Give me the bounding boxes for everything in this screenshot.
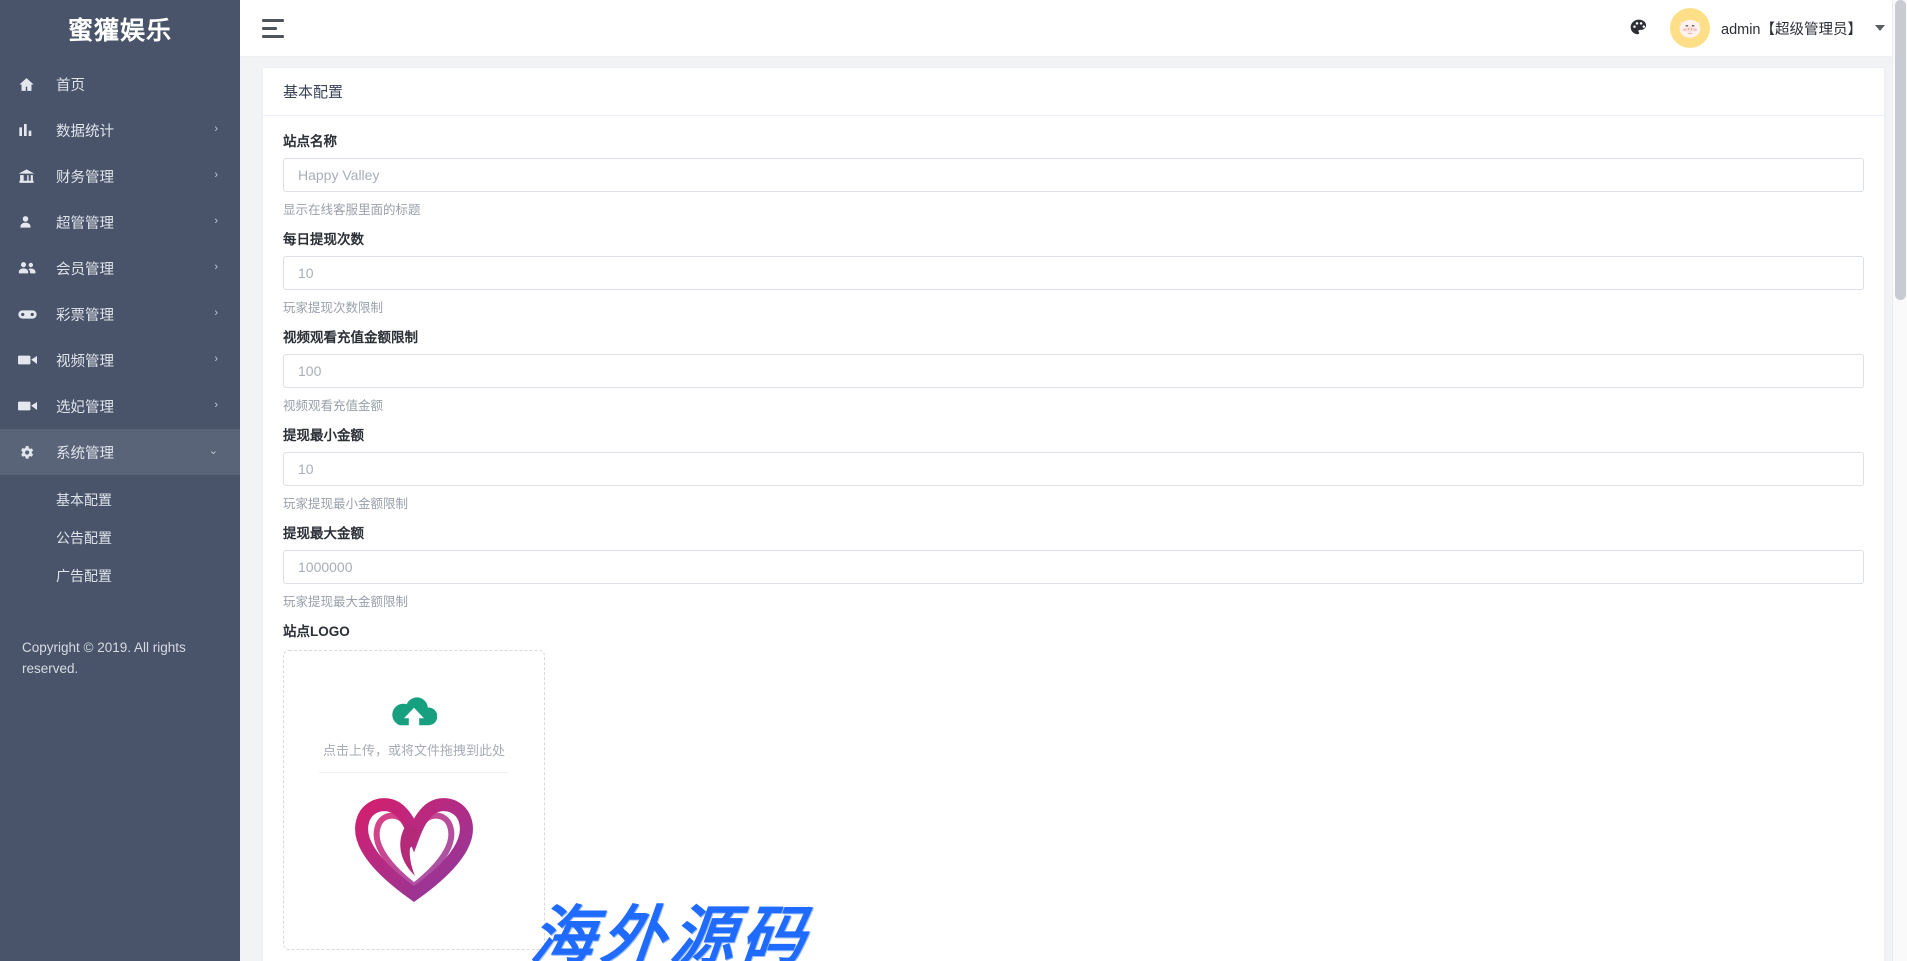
field-max-withdraw-amount: 提现最大金额 玩家提现最大金额限制: [283, 522, 1864, 613]
hamburger-line: [262, 18, 284, 22]
logo-preview[interactable]: [349, 782, 479, 912]
sidebar-item-members[interactable]: 会员管理 ›: [0, 245, 240, 291]
field-label: 站点LOGO: [283, 624, 350, 639]
sidebar-subitem-basic-config[interactable]: 基本配置: [0, 481, 240, 519]
sidebar-item-data-stats[interactable]: 数据统计 ›: [0, 107, 240, 153]
sidebar-item-label: 财务管理: [56, 169, 114, 186]
chevron-right-icon: ›: [214, 352, 218, 365]
palette-icon[interactable]: [1626, 15, 1652, 41]
page-content: 基本配置 站点名称 显示在线客服里面的标题 每日提现次数 玩家提现次数限制 视频…: [240, 57, 1907, 961]
chevron-right-icon: ›: [214, 214, 218, 227]
gear-icon: [18, 444, 44, 461]
page-scrollbar[interactable]: [1892, 0, 1907, 961]
config-form: 站点名称 显示在线客服里面的标题 每日提现次数 玩家提现次数限制 视频观看充值金…: [263, 116, 1884, 961]
video-icon: [18, 353, 44, 367]
bar-chart-icon: [18, 122, 44, 138]
sidebar-item-system[interactable]: 系统管理 ⌄: [0, 429, 240, 475]
sidebar-item-label: 视频管理: [56, 353, 114, 370]
field-hint: 玩家提现最小金额限制: [283, 497, 409, 511]
chevron-down-icon: ⌄: [208, 444, 218, 457]
field-hint: 显示在线客服里面的标题: [283, 203, 421, 217]
max-withdraw-amount-input[interactable]: [283, 550, 1864, 584]
chevron-right-icon: ›: [214, 168, 218, 181]
video-recharge-limit-input[interactable]: [283, 354, 1864, 388]
pig-avatar-icon: [1679, 19, 1701, 38]
sidebar: 蜜獾娱乐 首页 数据统计 › 财务管理 › 超管管理 › 会员管理 › 彩票管理…: [0, 0, 240, 961]
sidebar-item-label: 系统管理: [56, 445, 114, 462]
sidebar-item-label: 超管管理: [56, 215, 114, 232]
user-icon: [18, 214, 44, 230]
sidebar-item-label: 彩票管理: [56, 307, 114, 324]
upload-hint-text: 点击上传，或将文件拖拽到此处: [322, 743, 505, 758]
sidebar-item-label: 首页: [56, 77, 85, 94]
sidebar-copyright: Copyright © 2019. All rights reserved.: [22, 640, 186, 676]
site-name-input[interactable]: [283, 158, 1864, 192]
sidebar-item-label: 数据统计: [56, 123, 114, 140]
sidebar-item-finance[interactable]: 财务管理 ›: [0, 153, 240, 199]
page-title: 基本配置: [263, 68, 1884, 116]
user-name: admin【超级管理员】: [1721, 21, 1862, 38]
user-menu[interactable]: admin【超级管理员】: [1670, 8, 1885, 48]
brand-logo: 蜜獾娱乐: [67, 16, 172, 45]
sidebar-subitem-ad-config[interactable]: 广告配置: [0, 557, 240, 595]
upload-drop-inner: 点击上传，或将文件拖拽到此处: [284, 651, 544, 773]
sidebar-item-video[interactable]: 视频管理 ›: [0, 337, 240, 383]
sidebar-item-concubine[interactable]: 选妃管理 ›: [0, 383, 240, 429]
sidebar-item-home[interactable]: 首页: [0, 61, 240, 107]
field-hint: 玩家提现最大金额限制: [283, 595, 409, 609]
sidebar-subitem-notice-config[interactable]: 公告配置: [0, 519, 240, 557]
field-site-name: 站点名称 显示在线客服里面的标题: [283, 130, 1864, 221]
field-video-recharge-limit: 视频观看充值金额限制 视频观看充值金额: [283, 326, 1864, 417]
chevron-right-icon: ›: [214, 398, 218, 411]
gamepad-icon: [18, 307, 44, 322]
field-daily-withdraw-count: 每日提现次数 玩家提现次数限制: [283, 228, 1864, 319]
scrollbar-thumb[interactable]: [1895, 0, 1906, 300]
cloud-upload-icon: [391, 695, 438, 734]
avatar: [1670, 8, 1710, 48]
topbar-right: admin【超级管理员】: [1626, 8, 1885, 48]
field-min-withdraw-amount: 提现最小金额 玩家提现最小金额限制: [283, 424, 1864, 515]
field-label: 视频观看充值金额限制: [283, 330, 418, 345]
hamburger-line: [262, 34, 284, 38]
basic-config-card: 基本配置 站点名称 显示在线客服里面的标题 每日提现次数 玩家提现次数限制 视频…: [262, 67, 1885, 961]
topbar: admin【超级管理员】: [240, 0, 1907, 57]
sidebar-item-lottery[interactable]: 彩票管理 ›: [0, 291, 240, 337]
chevron-right-icon: ›: [214, 306, 218, 319]
field-label: 站点名称: [283, 134, 337, 149]
home-icon: [18, 76, 44, 93]
chevron-right-icon: ›: [214, 260, 218, 273]
app-root: 蜜獾娱乐 首页 数据统计 › 财务管理 › 超管管理 › 会员管理 › 彩票管理…: [0, 0, 1907, 961]
users-icon: [18, 260, 44, 276]
hamburger-line: [262, 26, 277, 30]
field-hint: 玩家提现次数限制: [283, 301, 384, 315]
field-label: 每日提现次数: [283, 232, 364, 247]
field-label: 提现最大金额: [283, 526, 364, 541]
sidebar-submenu-system: 基本配置 公告配置 广告配置: [0, 475, 240, 597]
field-hint: 视频观看充值金额: [283, 399, 384, 413]
logo-upload-dropzone[interactable]: 点击上传，或将文件拖拽到此处: [283, 650, 545, 950]
field-site-logo: 站点LOGO 点击上传，或将文件拖拽到此处: [283, 620, 1864, 950]
upload-divider: [319, 772, 509, 773]
chevron-down-icon: [1875, 25, 1885, 31]
video-icon: [18, 399, 44, 413]
sidebar-menu: 首页 数据统计 › 财务管理 › 超管管理 › 会员管理 › 彩票管理 › 视频…: [0, 57, 240, 597]
min-withdraw-amount-input[interactable]: [283, 452, 1864, 486]
field-label: 提现最小金额: [283, 428, 364, 443]
sidebar-item-label: 选妃管理: [56, 399, 114, 416]
heart-face-logo: [355, 798, 473, 902]
sidebar-item-super-admin[interactable]: 超管管理 ›: [0, 199, 240, 245]
sidebar-item-label: 会员管理: [56, 261, 114, 278]
chevron-right-icon: ›: [214, 122, 218, 135]
hamburger-icon[interactable]: [262, 15, 288, 41]
main-area: admin【超级管理员】 基本配置 站点名称 显示在线客服里面的标题 每日提现次…: [240, 0, 1907, 961]
daily-withdraw-count-input[interactable]: [283, 256, 1864, 290]
bank-icon: [18, 168, 44, 185]
